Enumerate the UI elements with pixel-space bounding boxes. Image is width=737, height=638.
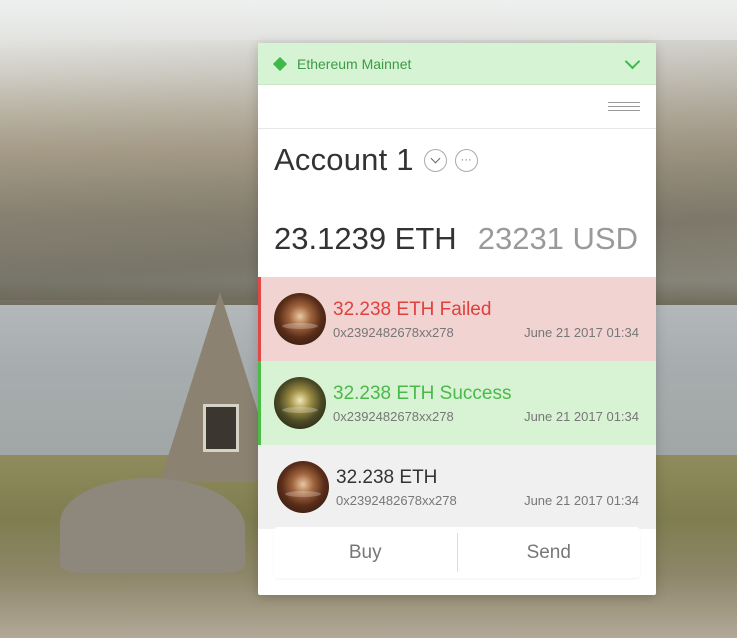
network-selector[interactable]: Ethereum Mainnet <box>258 43 656 85</box>
transaction-avatar <box>274 377 326 429</box>
transaction-address: 0x2392482678xx278 <box>336 493 457 508</box>
usd-balance: 23231 USD <box>477 221 638 256</box>
transaction-date: June 21 2017 01:34 <box>524 325 639 340</box>
transaction-item-success[interactable]: 32.238 ETH Success 0x2392482678xx278 Jun… <box>258 361 656 445</box>
balance-row: 23.1239 ETH 23231 USD <box>258 221 656 273</box>
transaction-title: 32.238 ETH Success <box>333 383 512 404</box>
action-bar: Buy Send <box>274 527 640 578</box>
transaction-date: June 21 2017 01:34 <box>524 409 639 424</box>
transaction-avatar <box>274 293 326 345</box>
transaction-title: 32.238 ETH Failed <box>333 299 492 320</box>
account-name: Account 1 <box>274 142 414 177</box>
more-icon: ··· <box>460 154 472 166</box>
account-header: Account 1 ··· <box>258 129 656 191</box>
send-button[interactable]: Send <box>458 527 641 578</box>
background-rock <box>60 478 245 573</box>
chevron-down-icon[interactable] <box>624 53 641 69</box>
transaction-list: 32.238 ETH Failed 0x2392482678xx278 June… <box>258 277 656 529</box>
wallet-panel: Ethereum Mainnet Account 1 ··· 23.1239 E… <box>258 43 656 595</box>
transaction-item-failed[interactable]: 32.238 ETH Failed 0x2392482678xx278 June… <box>258 277 656 361</box>
background-hut-window <box>203 404 239 452</box>
account-dropdown-button[interactable] <box>423 148 447 172</box>
transaction-title: 32.238 ETH <box>336 467 438 488</box>
transaction-address: 0x2392482678xx278 <box>333 409 454 424</box>
chevron-down-icon <box>430 153 441 164</box>
network-status-icon <box>272 56 288 71</box>
transaction-avatar <box>277 461 329 513</box>
buy-button[interactable]: Buy <box>274 527 457 578</box>
hamburger-menu-icon[interactable] <box>608 102 640 112</box>
network-name: Ethereum Mainnet <box>297 55 412 72</box>
eth-balance: 23.1239 ETH <box>274 221 457 256</box>
menu-bar <box>258 85 656 129</box>
account-more-button[interactable]: ··· <box>454 148 478 172</box>
transaction-address: 0x2392482678xx278 <box>333 325 454 340</box>
transaction-item-pending[interactable]: 32.238 ETH 0x2392482678xx278 June 21 201… <box>258 445 656 529</box>
transaction-date: June 21 2017 01:34 <box>524 493 639 508</box>
